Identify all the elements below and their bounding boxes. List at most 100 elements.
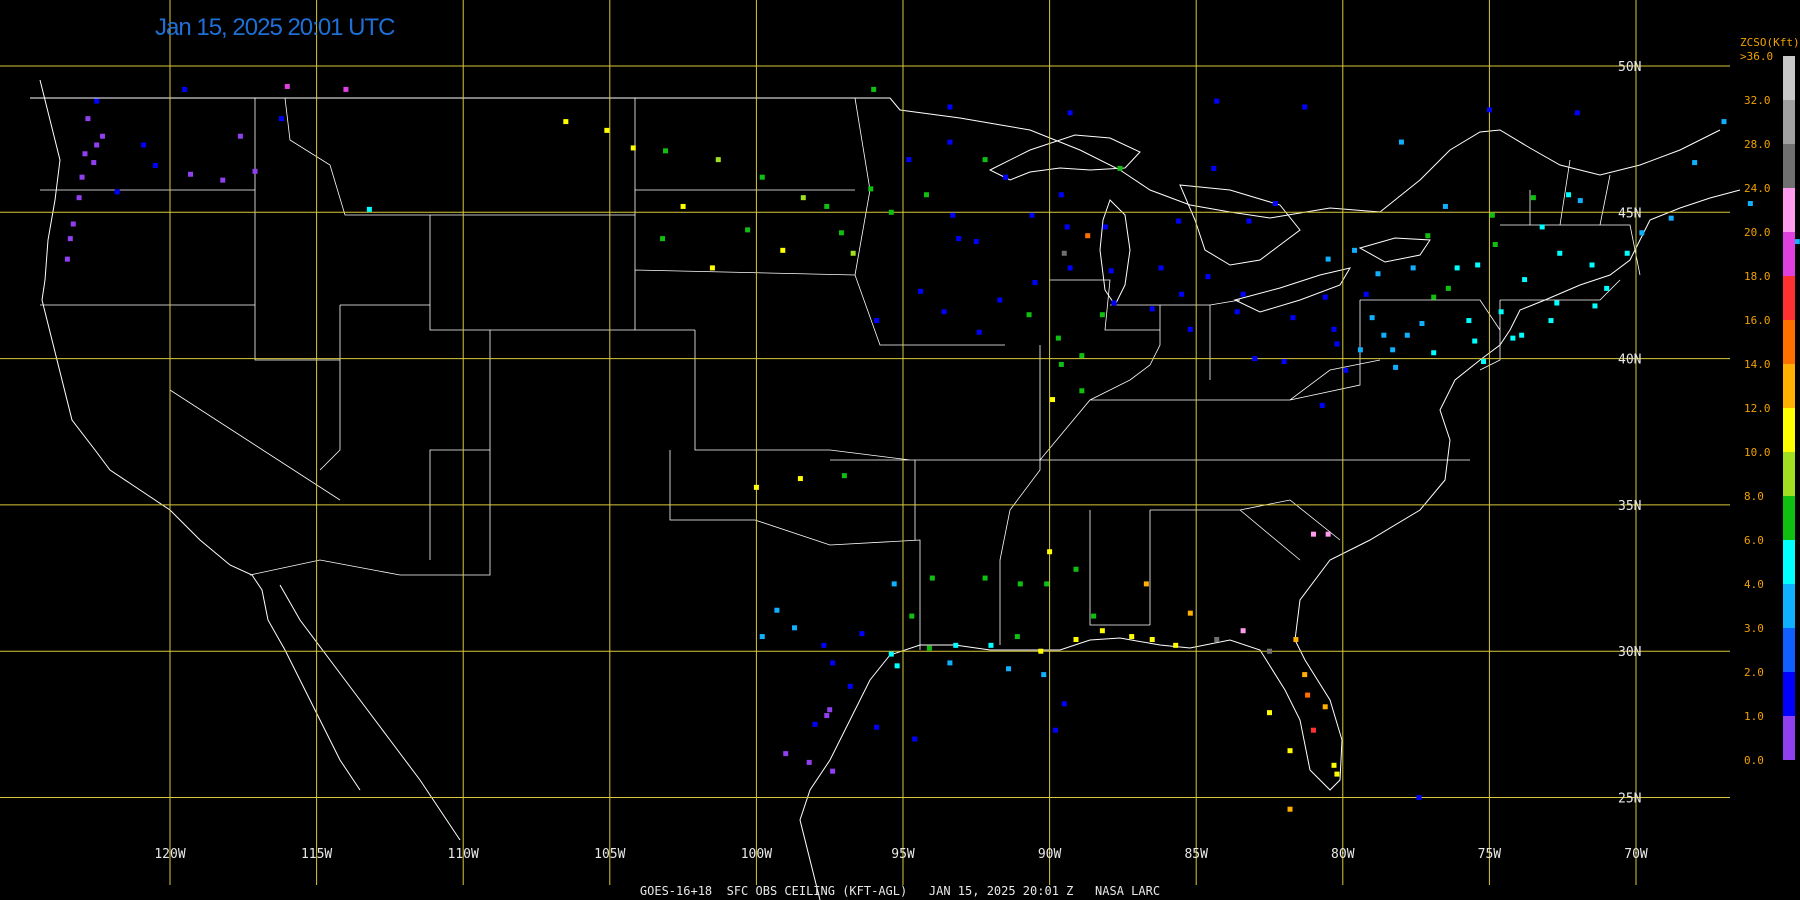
station-marker: [797, 476, 803, 482]
station-marker: [1108, 268, 1114, 274]
station-marker: [1357, 347, 1363, 353]
station-marker: [1102, 224, 1108, 230]
station-marker: [1149, 636, 1155, 642]
latitude-label: 30N: [1618, 645, 1641, 660]
station-marker: [1431, 350, 1437, 356]
timestamp-title: Jan 15, 2025 20:01 UTC: [155, 14, 396, 41]
station-marker: [1721, 119, 1727, 125]
station-marker: [1589, 262, 1595, 268]
station-marker: [1055, 335, 1061, 341]
latitude-label: 45N: [1618, 206, 1641, 221]
station-marker: [182, 86, 188, 92]
legend-level-label: 1.0: [1744, 710, 1764, 723]
legend-swatch: [1783, 672, 1795, 716]
station-marker: [1624, 250, 1630, 256]
longitude-label: 75W: [1478, 847, 1502, 862]
station-marker: [909, 613, 915, 619]
station-marker: [715, 157, 721, 163]
legend-level-label: 3.0: [1744, 622, 1764, 635]
station-marker: [988, 642, 994, 648]
station-marker: [1305, 692, 1311, 698]
station-marker: [997, 297, 1003, 303]
station-marker: [1179, 291, 1185, 297]
station-marker: [847, 683, 853, 689]
station-marker: [1554, 300, 1560, 306]
station-marker: [70, 221, 76, 227]
station-marker: [663, 148, 669, 154]
station-marker: [1510, 335, 1516, 341]
legend-level-label: 16.0: [1744, 314, 1771, 327]
station-marker: [1187, 326, 1193, 332]
station-marker: [1240, 291, 1246, 297]
longitude-label: 115W: [301, 847, 332, 862]
station-marker: [1073, 566, 1079, 572]
station-marker: [366, 206, 372, 212]
station-marker: [1149, 306, 1155, 312]
station-marker: [1044, 581, 1050, 587]
station-marker: [1325, 531, 1331, 537]
station-marker: [563, 119, 569, 125]
station-marker: [1085, 233, 1091, 239]
legend-swatch: [1783, 276, 1795, 320]
station-marker: [1475, 262, 1481, 268]
legend-swatch: [1783, 628, 1795, 672]
station-marker: [1425, 233, 1431, 239]
station-marker: [926, 645, 932, 651]
station-marker: [1404, 332, 1410, 338]
station-marker: [1176, 218, 1182, 224]
station-marker: [1287, 748, 1293, 754]
station-marker: [1058, 361, 1064, 367]
station-marker: [278, 116, 284, 122]
station-marker: [64, 256, 70, 262]
legend-swatch: [1783, 320, 1795, 364]
station-marker: [812, 721, 818, 727]
station-marker: [1117, 165, 1123, 171]
legend-level-label: 28.0: [1744, 138, 1771, 151]
station-marker: [1747, 201, 1753, 207]
station-marker: [1539, 224, 1545, 230]
station-marker: [1079, 388, 1085, 394]
station-marker: [114, 189, 120, 195]
station-marker: [1310, 531, 1316, 537]
longitude-label: 70W: [1624, 847, 1648, 862]
station-marker: [1302, 672, 1308, 678]
station-marker: [871, 86, 877, 92]
station-marker: [94, 142, 100, 148]
station-marker: [1061, 250, 1067, 256]
station-marker: [982, 575, 988, 581]
station-marker: [1334, 771, 1340, 777]
station-marker: [1519, 332, 1525, 338]
legend-level-label: 20.0: [1744, 226, 1771, 239]
station-marker: [1410, 265, 1416, 271]
legend-swatch: [1783, 232, 1795, 276]
station-marker: [237, 133, 243, 139]
station-marker: [1375, 271, 1381, 277]
station-marker: [830, 768, 836, 774]
station-marker: [1466, 318, 1472, 324]
station-marker: [1187, 610, 1193, 616]
legend-swatch: [1783, 584, 1795, 628]
station-marker: [1331, 326, 1337, 332]
station-marker: [1548, 318, 1554, 324]
station-marker: [1445, 285, 1451, 291]
station-marker: [1334, 341, 1340, 347]
station-marker: [953, 642, 959, 648]
station-marker: [1073, 636, 1079, 642]
legend-swatch: [1783, 364, 1795, 408]
station-marker: [1592, 303, 1598, 309]
station-marker: [85, 116, 91, 122]
station-marker: [1003, 174, 1009, 180]
station-marker: [827, 707, 833, 713]
station-marker: [1064, 224, 1070, 230]
latitude-label: 50N: [1618, 60, 1641, 75]
map-background: [0, 0, 1800, 900]
station-marker: [1211, 165, 1217, 171]
station-marker: [1214, 98, 1220, 104]
longitude-label: 85W: [1184, 847, 1208, 862]
map-canvas[interactable]: 120W 115W 110W 105W 100W 95W 90W 85W 80W 75W 70W 50…: [0, 0, 1800, 900]
station-marker: [1390, 347, 1396, 353]
legend-level-label: 14.0: [1744, 358, 1771, 371]
station-marker: [1393, 364, 1399, 370]
station-marker: [874, 318, 880, 324]
station-marker: [841, 473, 847, 479]
